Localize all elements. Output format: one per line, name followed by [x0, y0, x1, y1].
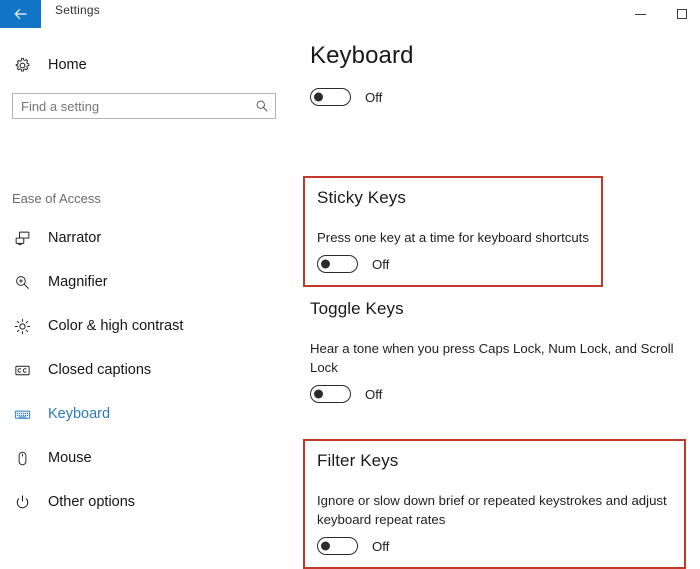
sidebar-item-other-options[interactable]: Other options	[0, 480, 296, 524]
window-controls	[630, 0, 692, 28]
sidebar-nav-list: Narrator Magnifier Color & high contrast…	[0, 216, 296, 524]
maximize-button[interactable]	[672, 4, 692, 24]
toggle-row[interactable]: Off	[310, 88, 382, 106]
section-title: Toggle Keys	[310, 299, 404, 318]
back-arrow-icon	[14, 8, 26, 20]
onscreen-keyboard-switch[interactable]	[310, 88, 351, 106]
search-icon[interactable]	[249, 99, 275, 113]
sidebar-item-closed-captions[interactable]: Closed captions	[0, 348, 296, 392]
narrator-icon	[12, 228, 32, 248]
switch-knob	[314, 389, 323, 399]
filter-keys-switch[interactable]	[317, 537, 358, 555]
maximize-icon	[677, 9, 687, 19]
sidebar-item-home[interactable]: Home	[0, 50, 296, 80]
search-input[interactable]	[13, 94, 249, 118]
toggle-state-label: Off	[372, 256, 390, 272]
power-icon	[12, 492, 32, 512]
brightness-icon	[12, 316, 32, 336]
toggle-state-label: Off	[365, 89, 383, 105]
switch-knob	[314, 92, 323, 102]
sidebar-item-label: Keyboard	[48, 406, 111, 422]
mouse-icon	[12, 448, 32, 468]
gear-icon	[12, 55, 32, 75]
toggle-state-label: Off	[372, 538, 390, 554]
settings-window: Settings Home Find a setting Ease of Acc…	[0, 0, 700, 569]
minimize-icon	[634, 13, 646, 15]
minimize-button[interactable]	[630, 4, 650, 24]
closed-captions-icon	[12, 360, 32, 380]
main-content: Keyboard Off Sticky Keys Press one key a…	[296, 36, 700, 569]
onscreen-keyboard-toggle-block: Off	[310, 88, 382, 106]
sidebar-item-label: Other options	[48, 494, 136, 510]
sidebar-item-magnifier[interactable]: Magnifier	[0, 260, 296, 304]
section-description: Press one key at a time for keyboard sho…	[317, 230, 589, 245]
back-button[interactable]	[0, 0, 41, 28]
toggle-row[interactable]: Off	[310, 385, 690, 403]
sidebar-item-narrator[interactable]: Narrator	[0, 216, 296, 260]
magnifier-icon	[12, 272, 32, 292]
sidebar-item-keyboard[interactable]: Keyboard	[0, 392, 296, 436]
keyboard-icon	[12, 404, 32, 424]
sidebar-item-color-high-contrast[interactable]: Color & high contrast	[0, 304, 296, 348]
sidebar-item-label-home: Home	[48, 57, 87, 73]
title-bar: Settings	[0, 0, 700, 30]
toggle-state-label: Off	[365, 386, 383, 402]
sticky-keys-section: Sticky Keys Press one key at a time for …	[303, 176, 603, 287]
window-title: Settings	[55, 3, 100, 17]
sidebar-item-label: Magnifier	[48, 274, 108, 290]
section-title: Sticky Keys	[317, 188, 406, 207]
switch-knob	[321, 259, 330, 269]
sidebar: Home Ease of Access	[0, 36, 296, 554]
filter-keys-section: Filter Keys Ignore or slow down brief or…	[303, 439, 686, 569]
section-description: Ignore or slow down brief or repeated ke…	[317, 493, 667, 527]
sidebar-item-label: Closed captions	[48, 362, 152, 378]
switch-knob	[321, 541, 330, 551]
toggle-row[interactable]: Off	[317, 537, 672, 555]
search-box[interactable]	[12, 93, 276, 119]
sidebar-item-label: Color & high contrast	[48, 318, 184, 334]
toggle-keys-section: Toggle Keys Hear a tone when you press C…	[310, 299, 690, 403]
section-title: Filter Keys	[317, 451, 399, 470]
toggle-row[interactable]: Off	[317, 255, 589, 273]
sidebar-item-label: Narrator	[48, 230, 102, 246]
toggle-keys-switch[interactable]	[310, 385, 351, 403]
sidebar-group-header: Ease of Access	[12, 191, 101, 206]
page-title: Keyboard	[310, 42, 414, 69]
section-description: Hear a tone when you press Caps Lock, Nu…	[310, 341, 674, 375]
sticky-keys-switch[interactable]	[317, 255, 358, 273]
sidebar-item-mouse[interactable]: Mouse	[0, 436, 296, 480]
sidebar-item-label: Mouse	[48, 450, 92, 466]
